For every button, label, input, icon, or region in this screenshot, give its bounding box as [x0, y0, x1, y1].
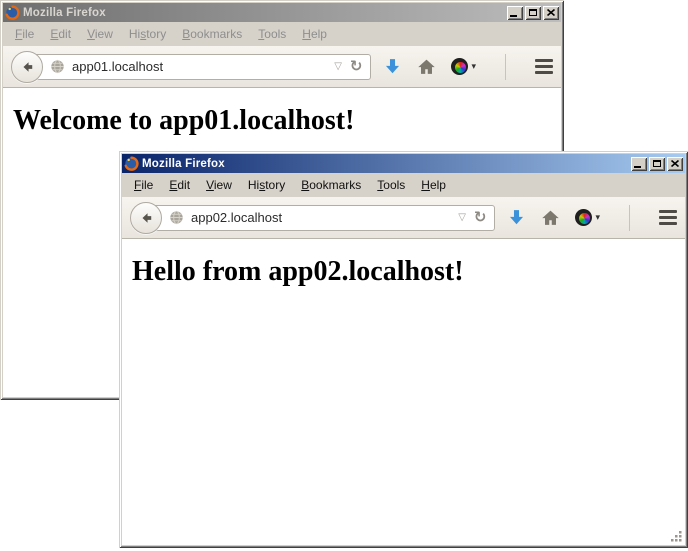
- back-arrow-icon: [139, 211, 154, 225]
- menu-hamburger-button[interactable]: [535, 57, 553, 76]
- window-controls: [631, 157, 683, 171]
- reload-icon[interactable]: ↻: [348, 59, 365, 74]
- site-identity-globe-icon[interactable]: [50, 59, 65, 74]
- chevron-down-icon: ▾: [595, 212, 600, 223]
- page-heading: Hello from app02.localhost!: [132, 256, 685, 288]
- menu-item-bookmarks[interactable]: Bookmarks: [293, 176, 369, 194]
- url-bar[interactable]: app02.localhost ▽ ↻: [146, 205, 495, 231]
- window-title: Mozilla Firefox: [142, 158, 225, 170]
- hamburger-bar: [535, 59, 553, 62]
- urlbar-dropdown-icon[interactable]: ▽: [328, 61, 348, 72]
- hamburger-bar: [659, 210, 677, 213]
- menu-item-bookmarks[interactable]: Bookmarks: [174, 25, 250, 43]
- toolbar-icons: ▾: [383, 54, 553, 80]
- menu-item-view[interactable]: View: [79, 25, 121, 43]
- extension-colorwheel-button[interactable]: ▾: [575, 209, 600, 226]
- maximize-icon: [653, 160, 661, 167]
- firefox-logo-icon: [124, 156, 139, 171]
- maximize-icon: [529, 9, 537, 16]
- home-icon[interactable]: [541, 209, 560, 227]
- firefox-logo-icon: [5, 5, 20, 20]
- toolbar-icons: ▾: [507, 205, 677, 231]
- navigation-toolbar: app01.localhost ▽ ↻ ▾: [3, 46, 561, 88]
- resize-grip[interactable]: [670, 530, 683, 543]
- menu-item-edit[interactable]: Edit: [161, 176, 198, 194]
- titlebar[interactable]: Mozilla Firefox: [122, 154, 685, 173]
- maximize-button[interactable]: [525, 6, 541, 20]
- site-identity-globe-icon[interactable]: [169, 210, 184, 225]
- back-button[interactable]: [130, 202, 162, 234]
- reload-icon[interactable]: ↻: [472, 210, 489, 225]
- titlebar[interactable]: Mozilla Firefox: [3, 3, 561, 22]
- url-text[interactable]: app02.localhost: [191, 210, 452, 225]
- home-icon[interactable]: [417, 58, 436, 76]
- colorwheel-icon: [575, 209, 592, 226]
- url-bar[interactable]: app01.localhost ▽ ↻: [27, 54, 371, 80]
- page-heading: Welcome to app01.localhost!: [13, 105, 561, 137]
- menu-item-file[interactable]: File: [126, 176, 161, 194]
- back-button[interactable]: [11, 51, 43, 83]
- download-icon[interactable]: [383, 57, 402, 76]
- colorwheel-icon: [451, 58, 468, 75]
- close-icon: [671, 160, 679, 167]
- url-text[interactable]: app01.localhost: [72, 59, 328, 74]
- chevron-down-icon: ▾: [471, 61, 476, 72]
- menu-item-help[interactable]: Help: [294, 25, 335, 43]
- download-icon[interactable]: [507, 208, 526, 227]
- maximize-button[interactable]: [649, 157, 665, 171]
- hamburger-bar: [535, 65, 553, 68]
- menu-bar: FileEditViewHistoryBookmarksToolsHelp: [122, 173, 685, 197]
- menu-item-history[interactable]: History: [121, 25, 174, 43]
- firefox-window-app02: Mozilla Firefox FileEditViewHistoryBookm…: [119, 151, 688, 548]
- hamburger-bar: [535, 71, 553, 74]
- window-title: Mozilla Firefox: [23, 7, 106, 19]
- minimize-icon: [510, 15, 517, 17]
- navigation-toolbar: app02.localhost ▽ ↻ ▾: [122, 197, 685, 239]
- toolbar-separator: [505, 54, 506, 80]
- menu-item-tools[interactable]: Tools: [369, 176, 413, 194]
- close-button[interactable]: [543, 6, 559, 20]
- minimize-icon: [634, 166, 641, 168]
- window-controls: [507, 6, 559, 20]
- menu-item-help[interactable]: Help: [413, 176, 454, 194]
- back-arrow-icon: [20, 60, 35, 74]
- urlbar-dropdown-icon[interactable]: ▽: [452, 212, 472, 223]
- hamburger-bar: [659, 216, 677, 219]
- page-content-app02: Hello from app02.localhost!: [122, 239, 685, 545]
- close-icon: [547, 9, 555, 16]
- minimize-button[interactable]: [631, 157, 647, 171]
- close-button[interactable]: [667, 157, 683, 171]
- menu-item-history[interactable]: History: [240, 176, 293, 194]
- toolbar-separator: [629, 205, 630, 231]
- menu-hamburger-button[interactable]: [659, 208, 677, 227]
- menu-item-file[interactable]: File: [7, 25, 42, 43]
- extension-colorwheel-button[interactable]: ▾: [451, 58, 476, 75]
- menu-item-edit[interactable]: Edit: [42, 25, 79, 43]
- menu-item-tools[interactable]: Tools: [250, 25, 294, 43]
- minimize-button[interactable]: [507, 6, 523, 20]
- hamburger-bar: [659, 222, 677, 225]
- menu-item-view[interactable]: View: [198, 176, 240, 194]
- menu-bar: FileEditViewHistoryBookmarksToolsHelp: [3, 22, 561, 46]
